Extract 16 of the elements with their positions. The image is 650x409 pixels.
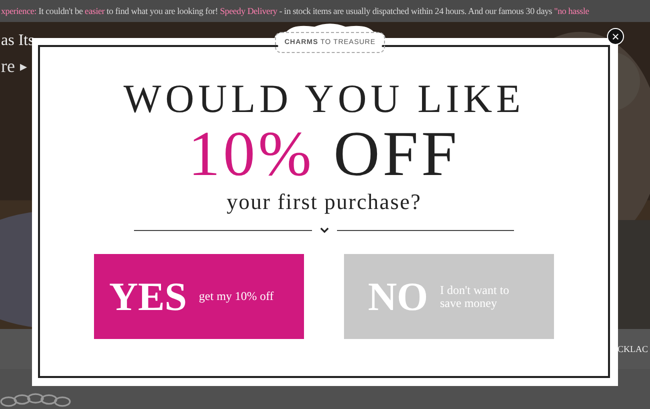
banner-text: easier (84, 6, 105, 16)
offer-text: 10% OFF (188, 121, 460, 187)
banner-text: to find what you are looking for! (106, 6, 218, 16)
banner-text: "no hassle (554, 6, 590, 16)
chevron-down-icon (320, 227, 328, 234)
accept-button[interactable]: YES get my 10% off (94, 254, 304, 339)
banner-text: xperience: (1, 6, 36, 16)
chain-icon (0, 393, 71, 407)
banner-text: It couldn't be (38, 6, 83, 16)
banner-text: Speedy Delivery (220, 6, 278, 16)
arrow-icon: ▸ (20, 58, 27, 76)
headline: WOULD YOU LIKE (123, 77, 525, 121)
banner-text: - in stock items are usually dispatched within 24 hours. And our famous 30 days (279, 6, 552, 16)
hero-link[interactable]: re (1, 56, 15, 77)
subtitle: your first purchase? (226, 189, 422, 215)
nav-item[interactable]: CKLAC (617, 344, 648, 354)
